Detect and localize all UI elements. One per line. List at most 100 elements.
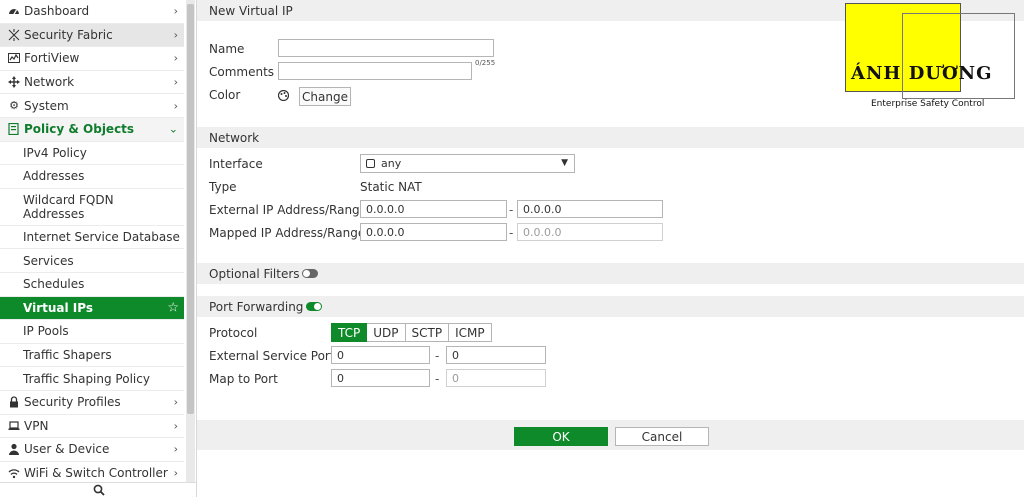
sidebar-item-label: VPN (24, 418, 49, 433)
sidebar-subitem-traffic-shaping-policy[interactable]: Traffic Shaping Policy (0, 367, 184, 391)
color-change-button[interactable]: Change (299, 87, 351, 106)
chevron-right-icon: › (173, 75, 178, 89)
sidebar-subitem-ipv4-policy[interactable]: IPv4 Policy (0, 142, 184, 166)
protocol-sctp-button[interactable]: SCTP (405, 323, 450, 342)
network-icon (8, 76, 20, 89)
mapped-ip-label: Mapped IP Address/Range (209, 226, 366, 240)
chevron-right-icon: › (173, 466, 178, 480)
sidebar-item-security-profiles[interactable]: Security Profiles › (0, 391, 184, 415)
mapped-ip-start-input[interactable]: 0.0.0.0 (360, 223, 507, 241)
sidebar-scrollbar[interactable] (186, 0, 195, 482)
sidebar-item-label: FortiView (24, 51, 80, 66)
sidebar-subitem-label: Wildcard FQDN Addresses (23, 192, 114, 221)
interface-checkbox-icon (366, 159, 375, 168)
external-ip-end-input[interactable]: 0.0.0.0 (517, 200, 663, 218)
color-label: Color (209, 88, 241, 102)
user-icon (8, 443, 20, 456)
sidebar-item-label: System (24, 98, 69, 113)
chevron-down-icon: ⌄ (168, 122, 178, 136)
sidebar-subitem-virtual-ips[interactable]: Virtual IPs ☆ (0, 296, 184, 321)
dashboard-icon (8, 5, 20, 17)
sidebar-item-network[interactable]: Network › (0, 71, 184, 95)
optional-filters-header: Optional Filters (197, 263, 1024, 284)
protocol-selector: TCP UDP SCTP ICMP (331, 323, 492, 342)
sidebar-item-label: Network (24, 75, 75, 90)
search-icon (93, 484, 105, 496)
port-forwarding-title: Port Forwarding (209, 299, 304, 314)
sidebar-subitem-services[interactable]: Services (0, 249, 184, 273)
sidebar-subitem-ip-pools[interactable]: IP Pools (0, 320, 184, 344)
protocol-icmp-button[interactable]: ICMP (449, 323, 492, 342)
gear-icon: ⚙ (9, 99, 19, 113)
protocol-tcp-button[interactable]: TCP (331, 323, 368, 342)
name-input[interactable] (278, 39, 494, 57)
sidebar-item-vpn[interactable]: VPN › (0, 415, 184, 439)
caret-down-icon: ▼ (561, 158, 568, 168)
security-fabric-icon (8, 28, 20, 41)
external-ip-start-input[interactable]: 0.0.0.0 (360, 200, 507, 218)
sidebar-item-fortiview[interactable]: FortiView › (0, 47, 184, 71)
sidebar-subitem-label: Internet Service Database (23, 230, 180, 245)
comments-label: Comments (209, 65, 275, 79)
policy-objects-icon (8, 123, 20, 136)
sidebar-item-policy-objects[interactable]: Policy & Objects ⌄ (0, 117, 184, 142)
logo-brand-text: ÁNH DƯƠNG (851, 63, 993, 84)
port-forwarding-toggle[interactable] (306, 302, 322, 311)
mapped-ip-end-input: 0.0.0.0 (517, 223, 663, 241)
optional-filters-title: Optional Filters (209, 266, 300, 281)
logo-tagline: Enterprise Safety Control (871, 99, 985, 109)
chevron-right-icon: › (173, 442, 178, 456)
comments-textarea[interactable] (278, 62, 472, 80)
interface-label: Interface (209, 157, 263, 171)
sidebar-item-security-fabric[interactable]: Security Fabric › (0, 23, 184, 48)
name-label: Name (209, 42, 245, 56)
sidebar-item-label: Security Fabric (24, 27, 113, 42)
sidebar-subitem-internet-service-db[interactable]: Internet Service Database (0, 226, 184, 250)
external-port-end-input[interactable]: 0 (446, 346, 546, 364)
sidebar-scrollbar-thumb[interactable] (187, 4, 194, 414)
external-port-start-input[interactable]: 0 (331, 346, 430, 364)
company-logo: ÁNH DƯƠNG Enterprise Safety Control (845, 3, 1015, 113)
sidebar-subitem-wildcard-fqdn[interactable]: Wildcard FQDN Addresses (0, 189, 184, 226)
sidebar-item-label: Security Profiles (24, 395, 121, 410)
comments-counter: 0/255 (475, 59, 496, 67)
form-title-text: New Virtual IP (209, 3, 293, 18)
sidebar-item-dashboard[interactable]: Dashboard › (0, 0, 184, 24)
protocol-label: Protocol (209, 326, 258, 340)
chevron-right-icon: › (173, 4, 178, 18)
sidebar-item-label: Dashboard (24, 4, 90, 19)
sidebar-item-user-device[interactable]: User & Device › (0, 438, 184, 462)
sidebar-subitem-traffic-shapers[interactable]: Traffic Shapers (0, 344, 184, 368)
sidebar-item-system[interactable]: ⚙ System › (0, 94, 184, 118)
sidebar-nav: Dashboard › Security Fabric › FortiView … (0, 0, 184, 486)
wifi-icon (8, 467, 20, 479)
ok-button[interactable]: OK (514, 427, 608, 446)
optional-filters-toggle[interactable] (302, 269, 318, 278)
sidebar-item-label: User & Device (24, 442, 110, 457)
map-port-end-input: 0 (446, 369, 546, 387)
external-service-port-label: External Service Port (209, 349, 335, 363)
chevron-right-icon: › (173, 99, 178, 113)
range-separator: - (435, 349, 440, 363)
cancel-button[interactable]: Cancel (615, 427, 709, 446)
sidebar: Dashboard › Security Fabric › FortiView … (0, 0, 197, 497)
sidebar-subitem-label: Services (23, 253, 74, 268)
lock-icon (8, 396, 20, 408)
color-palette-icon (277, 89, 290, 102)
sidebar-search-button[interactable] (0, 482, 196, 497)
sidebar-subitem-label: Schedules (23, 277, 85, 292)
interface-selected-value: any (381, 157, 402, 170)
fortiview-icon (8, 52, 20, 64)
star-icon[interactable]: ☆ (167, 300, 179, 315)
sidebar-subitem-label: Addresses (23, 169, 85, 184)
form-footer (197, 420, 1024, 450)
range-separator: - (509, 226, 514, 240)
sidebar-subitem-label: Traffic Shaping Policy (23, 371, 150, 386)
sidebar-subitem-label: Traffic Shapers (23, 348, 112, 363)
protocol-udp-button[interactable]: UDP (367, 323, 406, 342)
vpn-laptop-icon (8, 420, 20, 432)
sidebar-subitem-addresses[interactable]: Addresses (0, 165, 184, 189)
map-port-start-input[interactable]: 0 (331, 369, 430, 387)
interface-select[interactable]: any ▼ (360, 154, 575, 173)
sidebar-subitem-schedules[interactable]: Schedules (0, 273, 184, 297)
